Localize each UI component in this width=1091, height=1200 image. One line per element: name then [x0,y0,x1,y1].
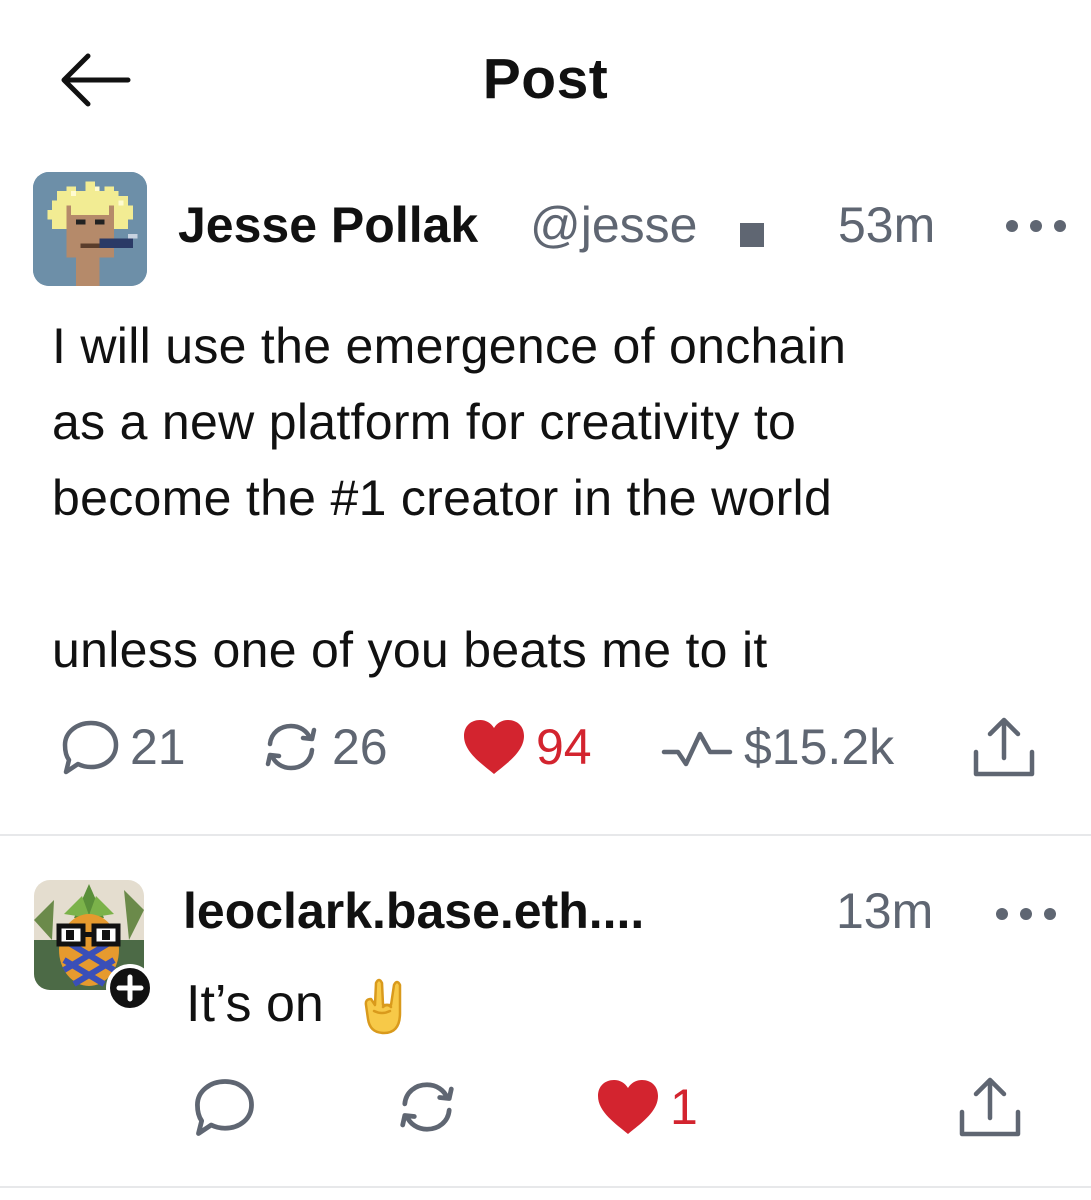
share-icon [973,717,1035,777]
post-text-line: as a new platform for creativity to [52,394,797,450]
like-button[interactable]: 94 [458,712,592,782]
tips-button[interactable]: $15.2k [660,712,894,782]
status-badge [740,223,764,247]
tips-amount: $15.2k [744,719,895,775]
post-actions: 21 26 94 $15.2k [0,712,1091,782]
share-icon [959,1077,1021,1137]
reply-recast-button[interactable] [390,1072,464,1142]
post-text-line: I will use the emergence of onchain [52,318,847,374]
reply-actions: 1 [0,1072,1091,1142]
author-name[interactable]: Jesse Pollak [178,196,478,254]
follow-button[interactable] [106,964,154,1012]
page-title: Post [482,47,609,111]
reply-author-name[interactable]: leoclark.base.eth.... [183,882,644,940]
plus-icon [116,974,144,1002]
more-options-button[interactable] [1000,206,1072,246]
author-handle[interactable]: @jesse [530,196,697,254]
reply-like-button[interactable]: 1 [592,1072,698,1142]
activity-icon [661,731,733,767]
comment-icon [62,720,119,775]
recast-button[interactable]: 26 [256,712,388,782]
more-horizontal-icon [1006,220,1066,232]
post-text-line: become the #1 creator in the world [52,470,833,526]
post-time: 53m [838,197,936,253]
like-count: 94 [536,719,592,775]
reply-more-options-button[interactable] [990,894,1062,934]
post-text: I will use the emergence of onchain as a… [52,308,1052,688]
share-button[interactable] [966,712,1042,782]
reply-share-button[interactable] [952,1072,1028,1142]
post-text-line: unless one of you beats me to it [52,622,768,678]
heart-filled-icon [464,720,524,774]
reply-text: It’s on [186,975,324,1033]
divider [0,1186,1091,1188]
author-avatar[interactable] [33,172,147,286]
heart-filled-icon [598,1080,658,1134]
reply-button[interactable]: 21 [58,712,186,782]
recast-count: 26 [332,719,388,775]
divider [0,834,1091,836]
reply-like-count: 1 [670,1079,698,1135]
recast-icon [265,723,317,771]
reply-time: 13m [836,883,934,939]
reply-count: 21 [130,719,186,775]
more-horizontal-icon [996,908,1056,920]
reply-comment-button[interactable] [190,1072,260,1142]
comment-icon [195,1079,254,1136]
recast-icon [400,1082,454,1132]
sign-of-horns-emoji-icon [360,975,418,1037]
